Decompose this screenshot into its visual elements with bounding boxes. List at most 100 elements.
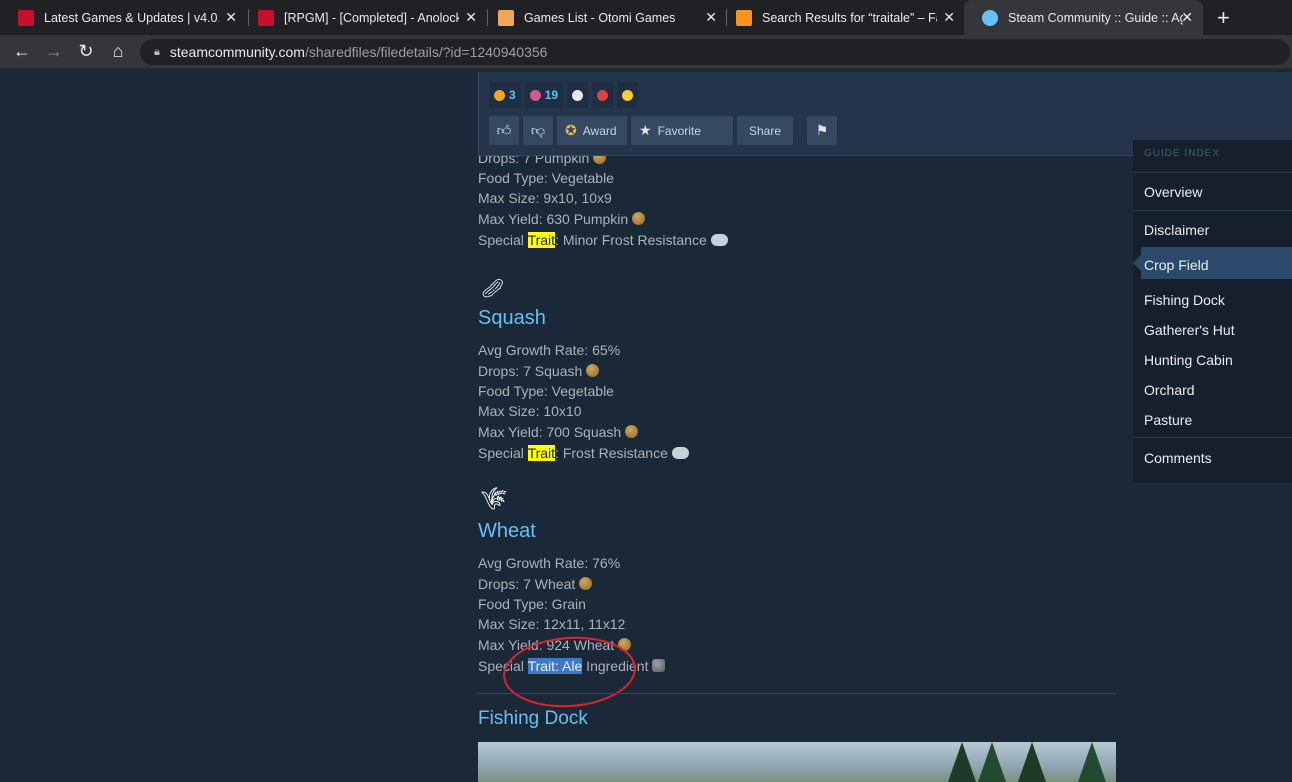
fishing-dock-screenshot [478,742,1116,782]
coin-icon [579,577,593,590]
tab-title: Latest Games & Updates | v4.0.3- [44,10,219,25]
tab-title: Games List - Otomi Games [524,10,676,25]
squash-drops: Drops: 7 Squash [478,363,600,379]
close-tab-icon[interactable]: ✕ [225,9,237,26]
award-icon [572,89,584,101]
award-icon [597,89,609,101]
coin-icon [625,425,639,438]
frost-cloud-icon [671,447,689,459]
close-tab-icon[interactable]: ✕ [943,9,955,26]
pumpkin-max-size: Max Size: 9x10, 10x9 [478,190,612,206]
award-ribbon-icon: ✪ [565,122,577,138]
award-badge[interactable] [617,82,639,108]
sidebar-item-gatherers-hut[interactable]: Gatherer's Hut [1144,322,1235,338]
tree-shape [1078,742,1106,782]
share-button[interactable]: Share [737,116,793,145]
award-button[interactable]: ✪ Award [557,116,627,145]
tree-shape [948,742,976,782]
award-icon [494,89,505,101]
wheat-title: Wheat [478,520,536,542]
sidebar-divider [1133,437,1292,438]
section-divider [478,693,1116,694]
tab-title: Steam Community :: Guide :: Agri [1008,10,1183,25]
squash-max-yield: Max Yield: 700 Squash [478,424,639,440]
squash-special-trait: Special Trait: Frost Resistance [478,445,689,461]
wheat-drops: Drops: 7 Wheat [478,576,593,592]
url-host: steamcommunity.com [169,44,305,60]
thumbs-up-button[interactable]: 👍︎ [489,116,519,145]
back-arrow-icon[interactable]: ← [11,41,33,62]
wheat-max-size: Max Size: 12x11, 11x12 [478,616,626,632]
squash-title: Squash [478,307,546,329]
search-highlight: Trait [527,445,556,461]
new-tab-icon[interactable]: + [1217,5,1230,31]
squash-icon: 🥒︎ [480,278,506,300]
browser-tab[interactable]: Latest Games & Updates | v4.0.3- ✕ [0,0,247,35]
award-badge[interactable]: 19 [524,82,564,108]
reload-icon[interactable]: ↻ [75,41,97,62]
guide-index-header: GUIDE INDEX [1144,148,1221,159]
award-badge[interactable]: 3 [489,82,521,108]
home-icon[interactable]: ⌂ [107,41,129,62]
pumpkin-max-yield: Max Yield: 630 Pumpkin [478,211,646,227]
frost-cloud-icon [710,234,728,246]
close-tab-icon[interactable]: ✕ [705,9,717,26]
sidebar-divider [1133,172,1292,173]
f95-favicon-icon [258,9,274,26]
browser-toolbar: ← → ↻ ⌂ 🔒︎ steamcommunity.com /sharedfil… [0,35,1292,69]
sidebar-divider [1133,210,1292,211]
close-tab-icon[interactable]: ✕ [1181,9,1193,26]
url-path: /sharedfiles/filedetails/?id=1240940356 [304,44,548,60]
otomi-favicon-icon [498,9,514,26]
report-button[interactable]: ⚑ [807,116,837,145]
forward-arrow-icon[interactable]: → [43,41,65,62]
guide-index-sidebar: GUIDE INDEX Overview Disclaimer Crop Fie… [1133,140,1292,483]
award-icon [622,89,634,101]
sidebar-item-pasture[interactable]: Pasture [1144,412,1192,428]
tab-title: Search Results for “traitale” – Fap [762,10,937,25]
flag-icon: ⚑ [815,122,829,138]
star-icon: ★ [639,122,652,138]
steam-favicon-icon [982,9,998,26]
sidebar-item-overview[interactable]: Overview [1144,184,1202,200]
sidebar-item-disclaimer[interactable]: Disclaimer [1144,222,1209,238]
award-badge[interactable] [567,82,589,108]
f95-favicon-icon [18,9,34,26]
search-highlight: Trait [527,232,556,248]
wheat-food-type: Food Type: Grain [478,596,586,612]
wheat-icon: 🌾︎ [480,486,508,511]
barrel-icon [652,659,666,672]
awards-row: 3 19 [489,82,639,108]
squash-max-size: Max Size: 10x10 [478,403,582,419]
thumbs-down-icon: 👎︎ [530,122,546,138]
tree-shape [1018,742,1046,782]
pumpkin-food-type: Food Type: Vegetable [478,170,614,186]
fap-favicon-icon [736,9,752,26]
wheat-growth-rate: Avg Growth Rate: 76% [478,555,621,571]
thumbs-down-button[interactable]: 👎︎ [523,116,553,145]
lock-icon: 🔒︎ [154,45,160,58]
address-bar[interactable]: 🔒︎ steamcommunity.com /sharedfiles/filed… [140,39,1290,65]
browser-tab-active[interactable]: Steam Community :: Guide :: Agri ✕ [964,0,1203,35]
close-tab-icon[interactable]: ✕ [465,9,477,26]
thumbs-up-icon: 👍︎ [496,122,512,138]
browser-tab[interactable]: [RPGM] - [Completed] - Anolock ✕ [240,0,487,35]
squash-growth-rate: Avg Growth Rate: 65% [478,342,621,358]
squash-food-type: Food Type: Vegetable [478,383,614,399]
sidebar-item-crop-field[interactable]: Crop Field [1144,257,1209,273]
tree-shape [978,742,1006,782]
award-icon [529,89,541,101]
tab-title: [RPGM] - [Completed] - Anolock [284,10,459,25]
sidebar-item-comments[interactable]: Comments [1144,450,1212,466]
browser-tab[interactable]: Games List - Otomi Games ✕ [480,0,727,35]
award-badge[interactable] [592,82,614,108]
sidebar-item-fishing-dock[interactable]: Fishing Dock [1144,292,1225,308]
browser-tab-strip: Latest Games & Updates | v4.0.3- ✕ [RPGM… [0,0,1292,35]
coin-icon [632,212,646,225]
sidebar-item-hunting-cabin[interactable]: Hunting Cabin [1144,352,1233,368]
coin-icon [586,364,600,377]
browser-tab[interactable]: Search Results for “traitale” – Fap ✕ [718,0,965,35]
favorite-button[interactable]: ★ Favorite [631,116,733,145]
guide-actions: 👍︎ 👎︎ ✪ Award ★ Favorite Share ⚑ [489,116,837,145]
sidebar-item-orchard[interactable]: Orchard [1144,382,1195,398]
